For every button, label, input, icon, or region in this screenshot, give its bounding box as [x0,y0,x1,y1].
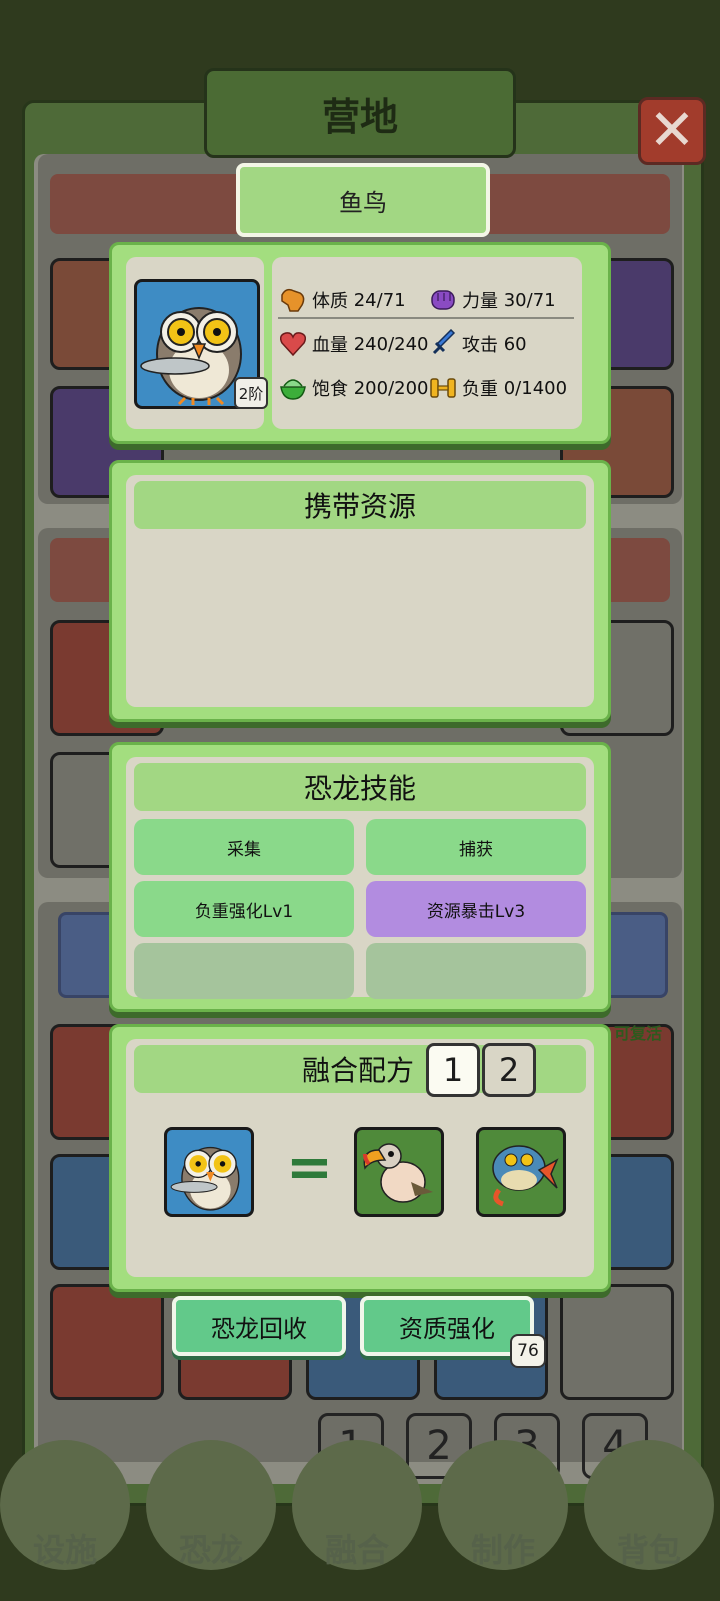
fusion-tab-1[interactable]: 1 [426,1043,480,1097]
dino-recycle-button[interactable]: 恐龙回收 [172,1296,346,1356]
fusion-tab-2[interactable]: 2 [482,1043,536,1097]
stat-attack: 攻击 60 [428,328,527,359]
fusion-ingredient-toucan[interactable] [354,1127,444,1217]
fusion-title: 融合配方 [302,1054,415,1087]
stat-label: 饱食 [312,379,348,400]
stat-constitution: 体质 24/71 [278,285,406,315]
stat-value: 24/71 [353,289,406,311]
resources-title: 携带资源 [134,481,586,529]
owl-bird-icon [170,1146,240,1211]
nav-label-dinosaur: 恐龙 [178,1531,243,1569]
skill-slot[interactable]: 资源暴击Lv3 [366,881,586,937]
stat-label: 血量 [312,335,348,356]
aptitude-enhance-button[interactable]: 资质强化 [360,1296,534,1356]
fusion-ingredient-fish[interactable] [476,1127,566,1217]
food-bowl-icon [278,373,308,403]
fist-icon [428,285,458,315]
skill-slot[interactable]: 采集 [134,819,354,875]
bg-dino-slot[interactable] [50,1284,164,1400]
stat-value: 30/71 [503,289,556,311]
resources-box: 携带资源 [126,475,594,707]
nav-label-craft: 制作 [470,1531,535,1569]
stat-label: 力量 [462,291,498,312]
revive-label: 可复活 [614,1024,663,1043]
stat-value: 200/200 [353,377,429,399]
stat-label: 攻击 [462,335,498,356]
fish-icon [492,1145,559,1207]
dino-info-popup: 2阶 体质 24/71 力量 30/71 血量 240/240 攻击 60 饱食… [109,242,611,444]
stat-satiety: 饱食 200/200 [278,373,429,403]
tier-badge: 2阶 [234,377,268,409]
nav-label-bag: 背包 [616,1531,681,1569]
dinosaur-name: 鱼鸟 [236,163,490,237]
skills-title: 恐龙技能 [134,763,586,811]
camp-title: 营地 [204,68,516,158]
equals-sign: = [286,1135,333,1200]
skill-slot[interactable]: 负重强化Lv1 [134,881,354,937]
nav-label-fusion: 融合 [324,1531,389,1569]
dino-skills-popup: 恐龙技能 采集 捕获 负重强化Lv1 资源暴击Lv3 [109,742,611,1012]
stat-value: 240/240 [353,333,429,355]
enhance-cost-badge: 76 [510,1334,546,1368]
close-button[interactable]: ✕ [638,97,706,165]
stat-value: 60 [503,333,527,355]
close-icon: ✕ [648,98,696,163]
stat-value: 0/1400 [503,377,568,399]
nav-label-facilities: 设施 [32,1531,97,1569]
muscle-arm-icon [278,285,308,315]
skill-slot-empty[interactable] [134,943,354,999]
bg-empty-slot[interactable] [560,1284,674,1400]
toucan-icon [363,1143,433,1203]
stats-divider [278,317,574,319]
fusion-result-portrait[interactable] [164,1127,254,1217]
fusion-recipe-popup: 融合配方 1 2 = [109,1024,611,1292]
heart-icon [278,329,308,359]
skill-slot-empty[interactable] [366,943,586,999]
dumbbell-icon [428,373,458,403]
fusion-box: 融合配方 1 2 = [126,1039,594,1277]
portrait-box: 2阶 [126,257,268,429]
sword-icon [428,328,458,359]
stat-load: 负重 0/1400 [428,373,567,403]
skill-slot[interactable]: 捕获 [366,819,586,875]
stat-label: 负重 [462,379,498,400]
stats-box: 体质 24/71 力量 30/71 血量 240/240 攻击 60 饱食 20… [272,257,582,429]
stat-health: 血量 240/240 [278,329,429,359]
stat-label: 体质 [312,291,348,312]
stat-strength: 力量 30/71 [428,285,556,315]
skills-box: 恐龙技能 采集 捕获 负重强化Lv1 资源暴击Lv3 [126,757,594,999]
carried-resources-popup: 携带资源 [109,460,611,722]
